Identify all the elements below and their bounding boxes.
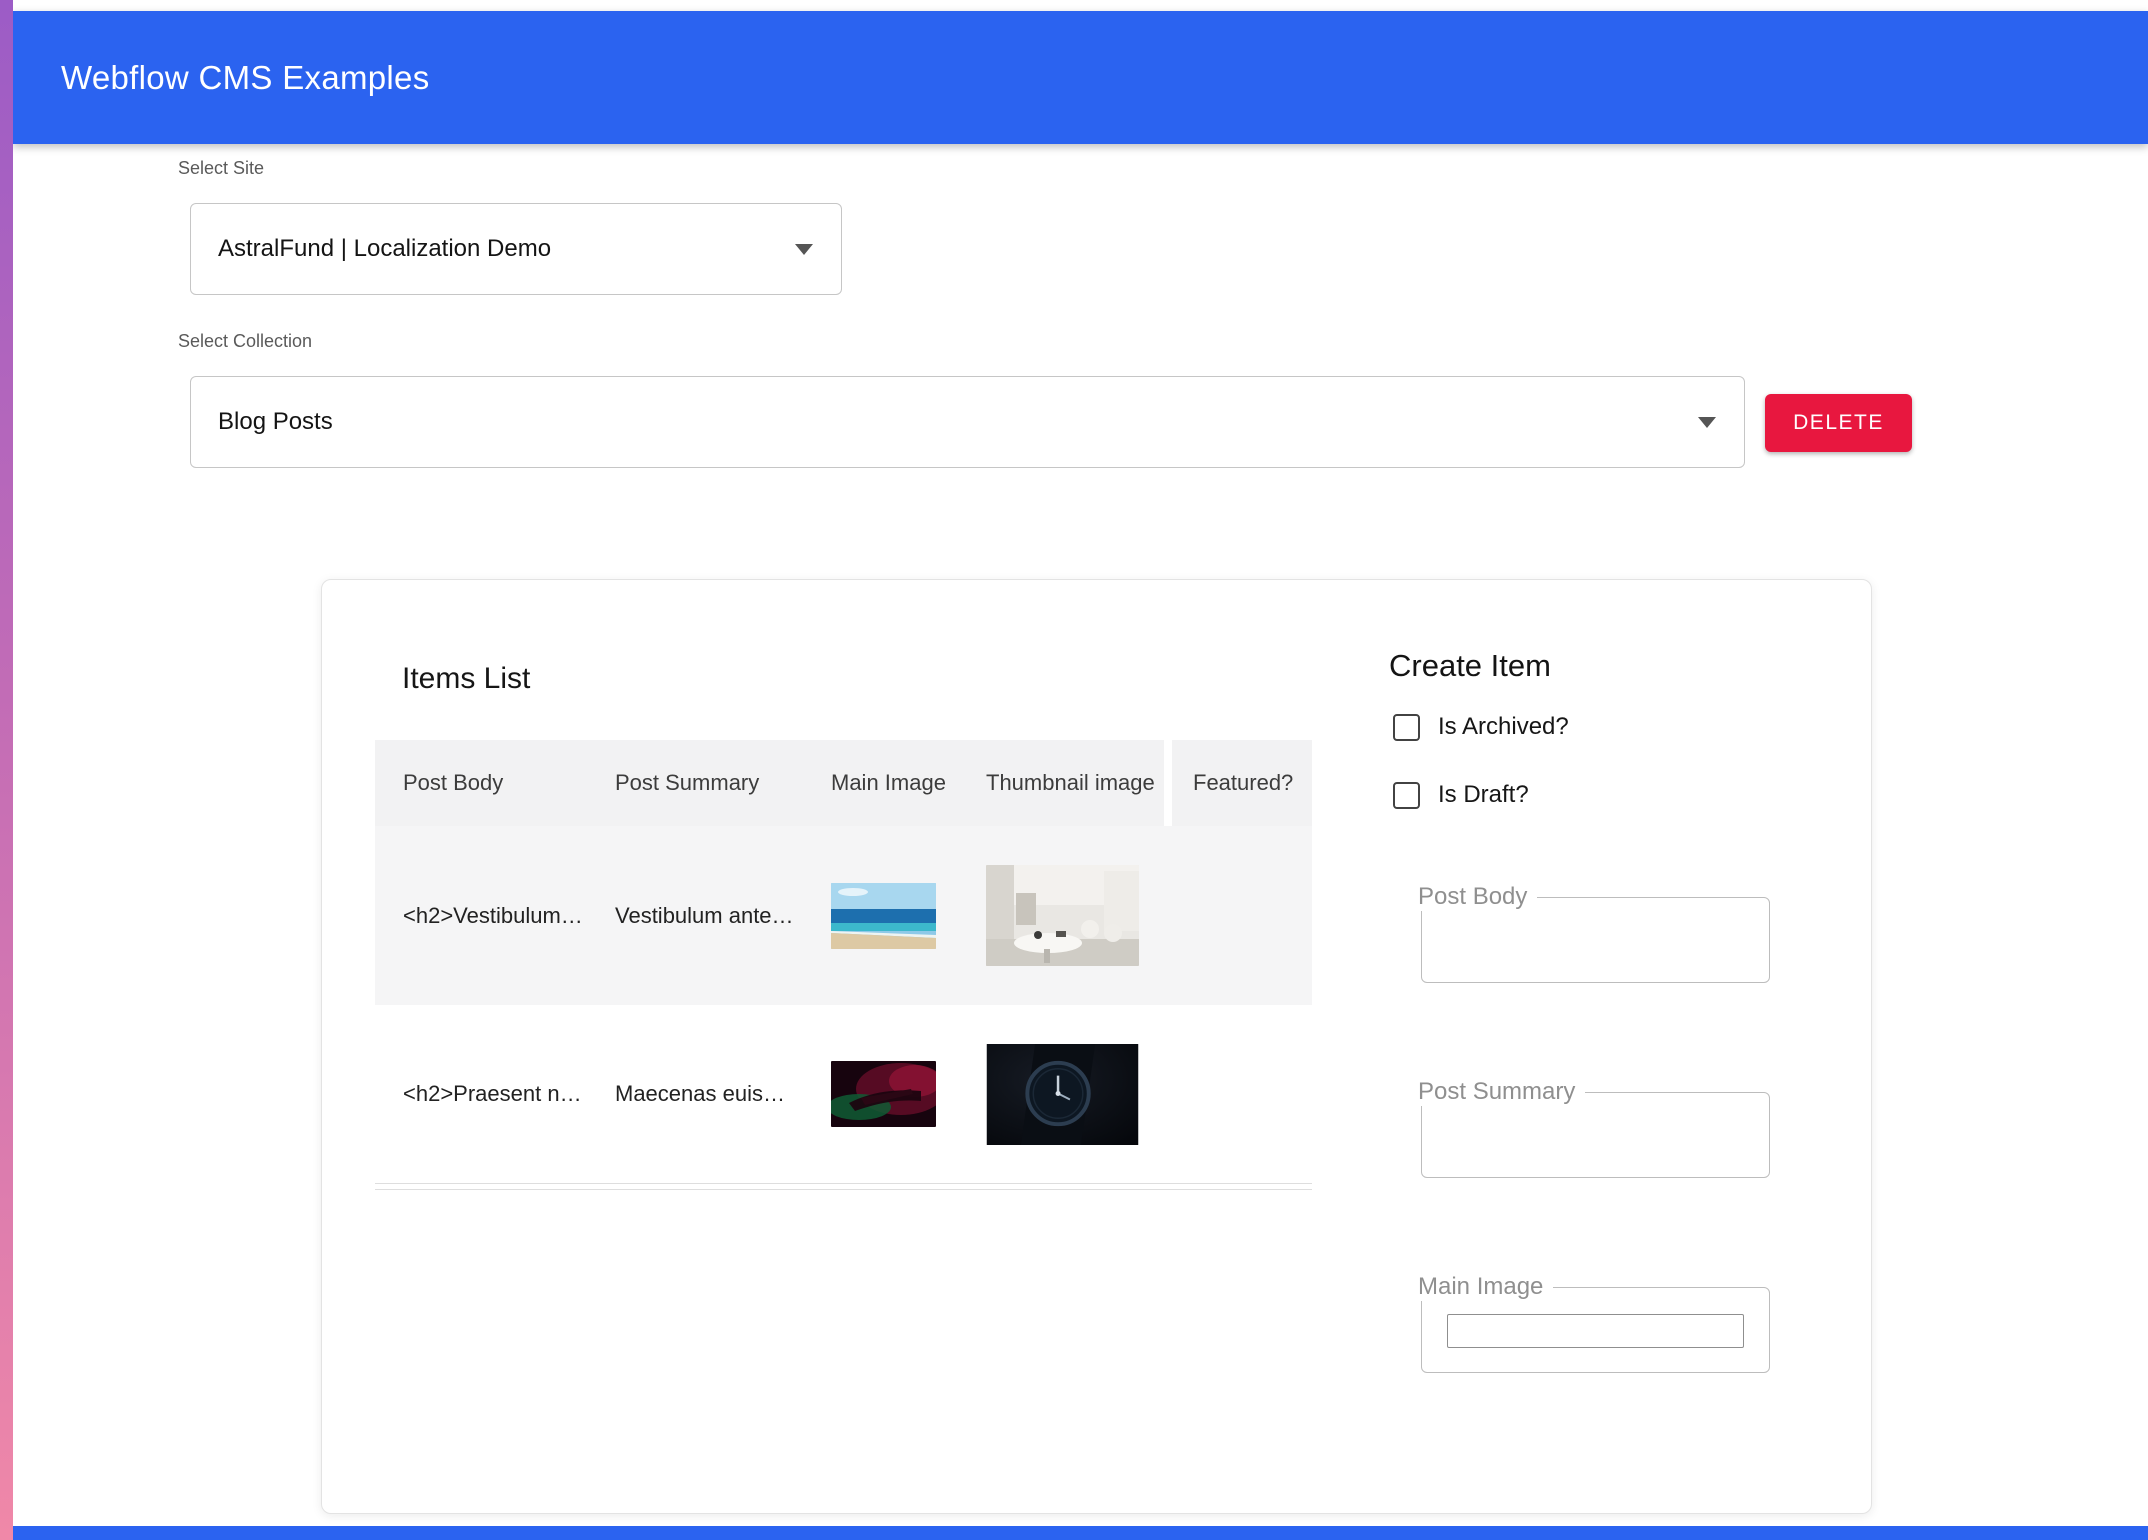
window-edge-gradient <box>0 0 13 1540</box>
checkbox-unchecked-icon[interactable] <box>1393 714 1420 741</box>
office-interior-photo-icon <box>986 865 1139 966</box>
items-list-title: Items List <box>402 662 530 696</box>
cell-post-body: <h2>Vestibulum… <box>375 903 587 929</box>
select-site-label: Select Site <box>178 158 264 179</box>
post-summary-field-label: Post Summary <box>1416 1078 1585 1106</box>
content-card: Items List Post Body Post Summary Main I… <box>321 579 1872 1514</box>
cell-post-summary: Maecenas euis… <box>587 1081 803 1107</box>
column-header-post-body: Post Body <box>375 740 587 826</box>
delete-button[interactable]: DELETE <box>1765 394 1912 452</box>
column-header-featured: Featured? <box>1164 740 1312 826</box>
cell-post-body: <h2>Praesent n… <box>375 1081 587 1107</box>
dark-wristwatch-photo-icon <box>986 1044 1139 1145</box>
column-header-main-image: Main Image <box>803 740 958 826</box>
collection-select[interactable]: Blog Posts <box>190 376 1745 468</box>
create-item-title: Create Item <box>1389 648 1551 684</box>
collection-select-value: Blog Posts <box>218 408 333 436</box>
cell-main-image <box>803 883 958 949</box>
coastal-beach-photo-icon <box>831 883 936 949</box>
post-body-field[interactable]: Post Body <box>1421 897 1770 983</box>
main-image-file-input[interactable] <box>1447 1314 1744 1348</box>
post-summary-field[interactable]: Post Summary <box>1421 1092 1770 1178</box>
column-header-post-summary: Post Summary <box>587 740 803 826</box>
create-item-panel: Create Item Is Archived? Is Draft? Post … <box>1389 580 1789 1513</box>
post-body-field-label: Post Body <box>1416 883 1537 911</box>
is-archived-checkbox-row[interactable]: Is Archived? <box>1393 713 1569 741</box>
is-draft-label: Is Draft? <box>1438 781 1529 809</box>
chevron-down-icon <box>795 244 813 255</box>
checkbox-unchecked-icon[interactable] <box>1393 782 1420 809</box>
bottom-app-bar <box>13 1526 2148 1540</box>
table-header-row: Post Body Post Summary Main Image Thumbn… <box>375 740 1312 826</box>
site-select[interactable]: AstralFund | Localization Demo <box>190 203 842 295</box>
items-table: Post Body Post Summary Main Image Thumbn… <box>375 740 1312 1190</box>
table-row[interactable]: <h2>Praesent n… Maecenas euis… <box>375 1005 1312 1184</box>
column-header-thumbnail-image: Thumbnail image <box>958 740 1164 826</box>
main-image-field-label: Main Image <box>1416 1273 1553 1301</box>
cell-main-image <box>803 1061 958 1127</box>
table-row[interactable]: <h2>Vestibulum… Vestibulum ante… <box>375 826 1312 1005</box>
app-title: Webflow CMS Examples <box>61 59 430 97</box>
site-select-value: AstralFund | Localization Demo <box>218 235 551 263</box>
neon-hand-photo-icon <box>831 1061 936 1127</box>
cell-post-summary: Vestibulum ante… <box>587 903 803 929</box>
page: Webflow CMS Examples Select Site AstralF… <box>0 0 2148 1540</box>
app-bar: Webflow CMS Examples <box>13 11 2148 144</box>
cell-thumbnail-image <box>958 865 1164 966</box>
is-draft-checkbox-row[interactable]: Is Draft? <box>1393 781 1529 809</box>
main-image-field[interactable]: Main Image <box>1421 1287 1770 1373</box>
cell-thumbnail-image <box>958 1044 1164 1145</box>
is-archived-label: Is Archived? <box>1438 713 1569 741</box>
select-collection-label: Select Collection <box>178 331 312 352</box>
chevron-down-icon <box>1698 417 1716 428</box>
